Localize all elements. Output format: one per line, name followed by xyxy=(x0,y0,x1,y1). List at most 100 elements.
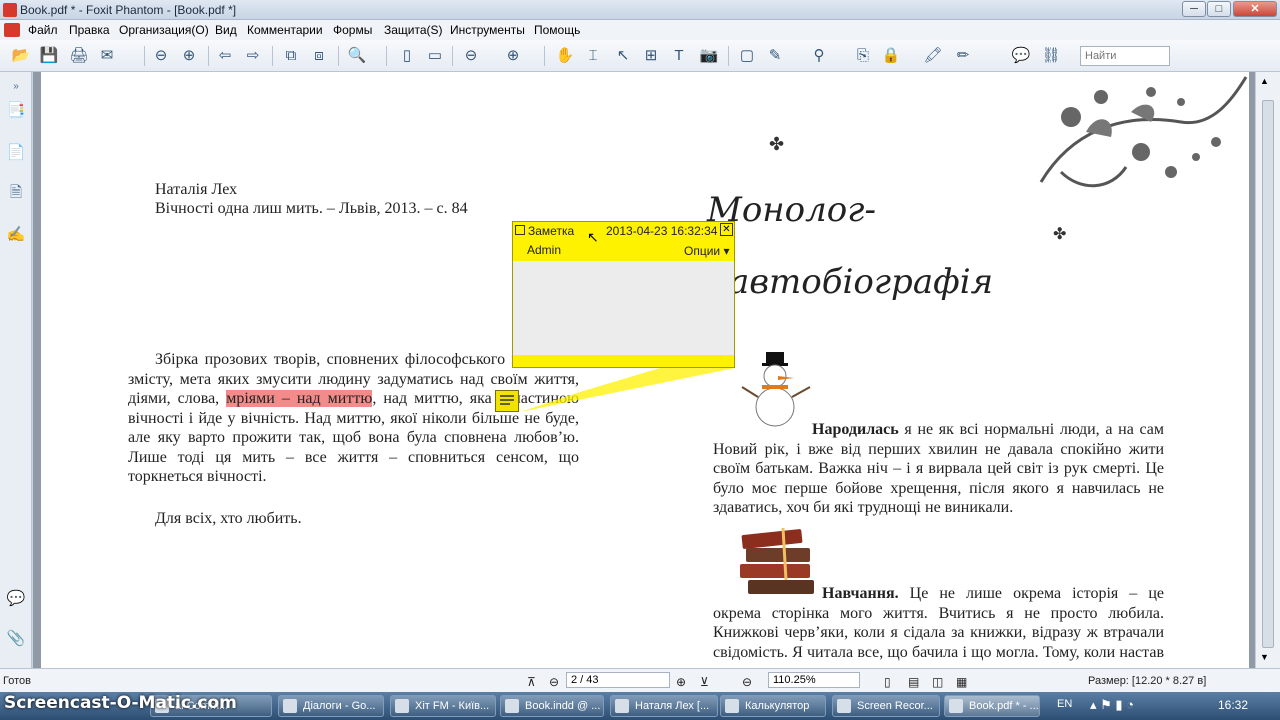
facing-icon[interactable]: ◫ xyxy=(932,675,943,689)
note-marker-icon[interactable] xyxy=(495,390,519,412)
highlighted-text[interactable]: мріями – над миттю xyxy=(226,390,373,407)
split-icon[interactable]: ⧈ xyxy=(308,45,330,67)
taskbar-item[interactable]: Book.indd @ ... xyxy=(500,695,604,717)
menu-edit[interactable]: Правка xyxy=(69,23,110,37)
butterfly-icon: ✤ xyxy=(769,134,785,154)
previous-page-icon[interactable]: ⊖ xyxy=(150,45,172,67)
taskbar-item[interactable]: Хіт FM - Київ... xyxy=(390,695,496,717)
author-name: Наталія Лех xyxy=(155,181,238,198)
menu-protect[interactable]: Защита(S) xyxy=(384,23,443,37)
note-options-button[interactable]: Опции ▾ xyxy=(684,244,729,258)
layers-icon[interactable]: 🗎 xyxy=(6,182,26,204)
note-close-button[interactable]: ✕ xyxy=(720,223,733,236)
scroll-up-icon[interactable]: ▲ xyxy=(1260,76,1269,86)
watermark: Screencast-O-Matic.com xyxy=(4,693,237,713)
zoom-out-icon[interactable]: ⊖ xyxy=(460,45,482,67)
vertical-scrollbar[interactable]: ▲ ▼ xyxy=(1255,72,1280,668)
lock-icon[interactable]: 🔒 xyxy=(880,45,902,67)
pages-panel-icon[interactable]: 📄 xyxy=(6,142,26,164)
forward-icon[interactable]: ⇨ xyxy=(242,45,264,67)
taskbar-item[interactable]: Калькулятор xyxy=(720,695,826,717)
attach-icon[interactable]: ⎘ xyxy=(852,45,874,67)
menu-organize[interactable]: Организация(O) xyxy=(119,23,209,37)
rectangle-icon[interactable]: ▢ xyxy=(736,45,758,67)
menu-help[interactable]: Помощь xyxy=(534,23,580,37)
signatures-icon[interactable]: ✍ xyxy=(6,224,26,246)
hand-tool-icon[interactable]: ✋ xyxy=(554,45,576,67)
app-icon xyxy=(3,3,17,17)
document-menu-icon[interactable] xyxy=(4,23,20,37)
snapshot-icon[interactable]: 📷 xyxy=(698,45,720,67)
scroll-down-icon[interactable]: ▼ xyxy=(1260,652,1269,662)
zoom-icon[interactable]: 🔍 xyxy=(346,45,368,67)
study-paragraph: Навчання. Це не лише окрема історія – це… xyxy=(713,585,1164,668)
navigation-pane: » 📑 📄 🗎 ✍ 💬 📎 xyxy=(0,72,32,668)
last-page-icon[interactable]: ⊻ xyxy=(700,675,709,689)
note-datetime: 2013-04-23 16:32:34 xyxy=(606,224,718,238)
edit-icon[interactable]: ✎ xyxy=(764,45,786,67)
highlight-icon[interactable]: 🖍 xyxy=(922,45,944,67)
menu-tools[interactable]: Инструменты xyxy=(450,23,525,37)
note-text-area[interactable] xyxy=(513,261,734,355)
menu-forms[interactable]: Формы xyxy=(333,23,372,37)
taskbar-item-active[interactable]: Book.pdf * - ... xyxy=(944,695,1040,717)
link-icon[interactable]: ⛓ xyxy=(1040,45,1062,67)
book-citation: Вічності одна лиш мить. – Львів, 2013. –… xyxy=(155,200,468,217)
maximize-button[interactable]: □ xyxy=(1207,1,1231,17)
continuous-facing-icon[interactable]: ▦ xyxy=(956,675,967,689)
first-page-icon[interactable]: ⊼ xyxy=(527,675,536,689)
floral-ornament xyxy=(1039,76,1248,188)
tray-icons[interactable]: ▴ ⚑ ▮ ◔ xyxy=(1090,697,1134,713)
stamp-icon[interactable]: ⚲ xyxy=(808,45,830,67)
comments-panel-icon[interactable]: 💬 xyxy=(6,588,26,610)
mouse-cursor-icon: ↖ xyxy=(587,229,599,245)
window-title: Book.pdf * - Foxit Phantom - [Book.pdf *… xyxy=(20,3,237,17)
pencil-icon[interactable]: ✏ xyxy=(952,45,974,67)
book-description: Збірка прозових творів, сповнених філосо… xyxy=(128,351,580,485)
born-paragraph: Народилась я не як всі нормальні люди, а… xyxy=(713,421,1164,516)
continuous-icon[interactable]: ▤ xyxy=(908,675,919,689)
minimize-button[interactable]: ─ xyxy=(1182,1,1206,17)
language-indicator[interactable]: EN xyxy=(1057,698,1072,710)
bookmarks-icon[interactable]: 📑 xyxy=(6,100,26,122)
fit-width-icon[interactable]: ▭ xyxy=(424,45,446,67)
pages-icon[interactable]: ⧉ xyxy=(280,45,302,67)
heading-autobiography: автобіографія xyxy=(729,262,994,302)
taskbar-item[interactable]: Наталя Лех [... xyxy=(610,695,718,717)
fit-page-icon[interactable]: ▯ xyxy=(396,45,418,67)
print-icon[interactable]: 🖨 xyxy=(68,45,90,67)
select-text-icon[interactable]: ⌶ xyxy=(582,45,604,67)
column-select-icon[interactable]: ⊞ xyxy=(640,45,662,67)
menu-comments[interactable]: Комментарии xyxy=(247,23,323,37)
collapse-pane-icon[interactable]: » xyxy=(6,76,26,98)
butterfly-icon: ✤ xyxy=(1053,226,1067,243)
note-icon xyxy=(515,225,525,235)
clock[interactable]: 16:32 xyxy=(1218,698,1248,712)
zoom-level-select[interactable]: 110.25% xyxy=(768,672,860,688)
menu-file[interactable]: Файл xyxy=(28,23,58,37)
email-icon[interactable]: ✉ xyxy=(96,45,118,67)
pdf-page[interactable]: Наталія Лех Вічності одна лиш мить. – Ль… xyxy=(41,72,1249,668)
title-bar: Book.pdf * - Foxit Phantom - [Book.pdf *… xyxy=(0,0,1280,20)
open-icon[interactable]: 📂 xyxy=(10,45,32,67)
taskbar-item[interactable]: Screen Recor... xyxy=(832,695,940,717)
save-icon[interactable]: 💾 xyxy=(38,45,60,67)
next-page-icon[interactable]: ⊕ xyxy=(178,45,200,67)
note-title: Заметка xyxy=(528,224,575,238)
page-number-input[interactable]: 2 / 43 xyxy=(566,672,670,688)
zoom-out-status-icon[interactable]: ⊖ xyxy=(742,675,752,689)
close-button[interactable]: ✕ xyxy=(1233,1,1277,17)
back-icon[interactable]: ⇦ xyxy=(214,45,236,67)
zoom-in-icon[interactable]: ⊕ xyxy=(502,45,524,67)
menu-view[interactable]: Вид xyxy=(215,23,237,37)
prev-page-icon[interactable]: ⊖ xyxy=(549,675,559,689)
scroll-thumb[interactable] xyxy=(1262,100,1274,648)
comment-icon[interactable]: 💬 xyxy=(1010,45,1032,67)
taskbar-item[interactable]: Діалоги - Go... xyxy=(278,695,384,717)
select-annotation-icon[interactable]: ↖ xyxy=(612,45,634,67)
attachments-icon[interactable]: 📎 xyxy=(6,628,26,650)
single-page-icon[interactable]: ▯ xyxy=(884,675,891,689)
next-page-status-icon[interactable]: ⊕ xyxy=(676,675,686,689)
search-input[interactable] xyxy=(1080,46,1170,66)
typewriter-icon[interactable]: T xyxy=(668,45,690,67)
